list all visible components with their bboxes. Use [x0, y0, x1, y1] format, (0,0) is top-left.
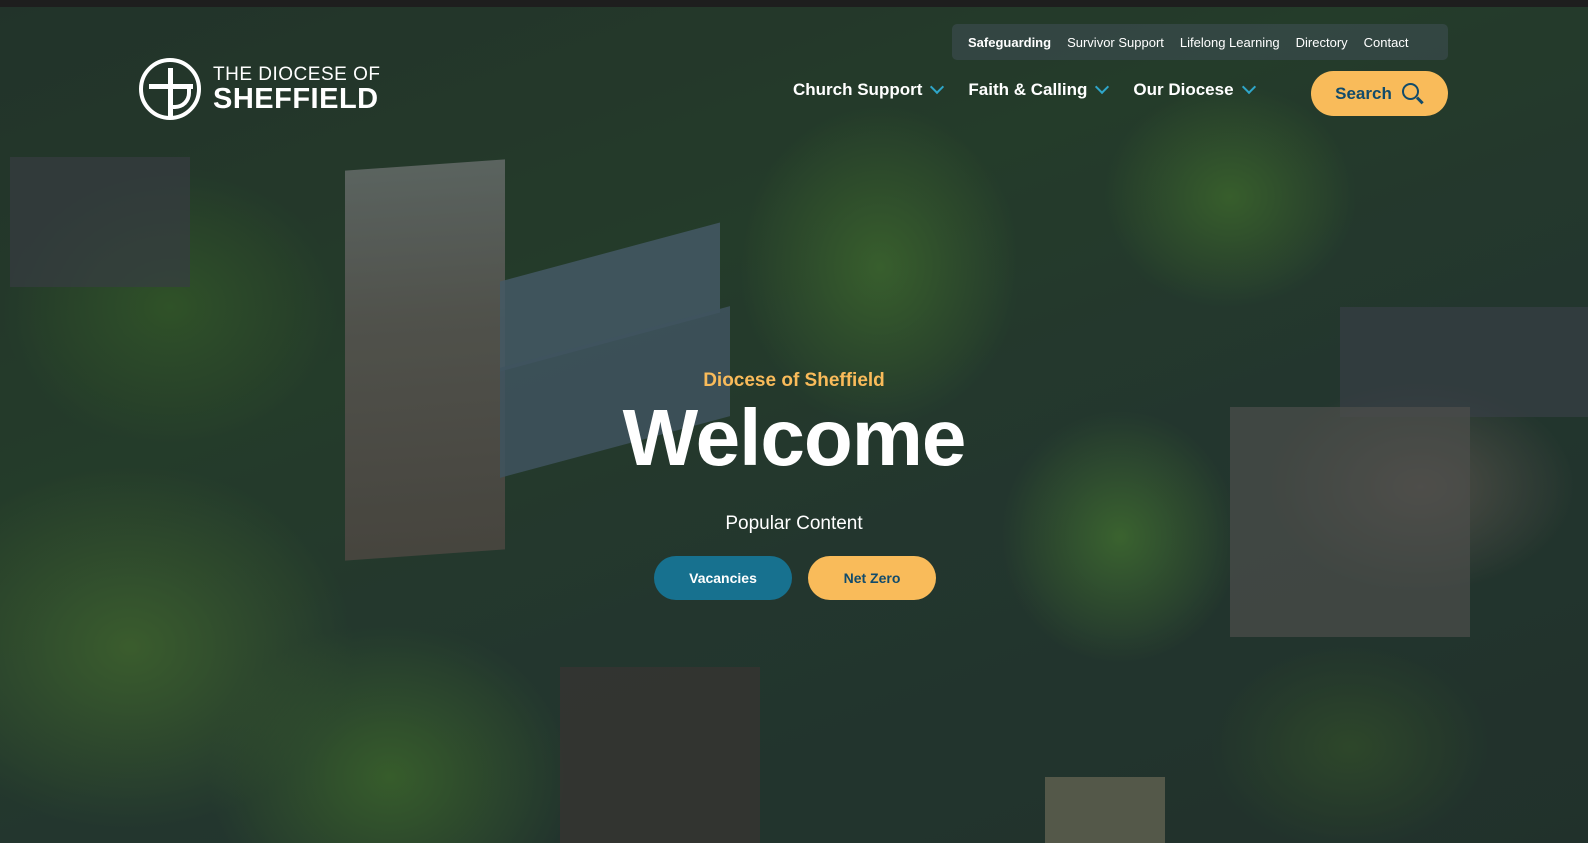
top-strip	[0, 0, 1588, 7]
utility-link-lifelong-learning[interactable]: Lifelong Learning	[1180, 35, 1280, 50]
chevron-down-icon	[930, 79, 945, 95]
search-button[interactable]: Search	[1311, 71, 1448, 116]
net-zero-button[interactable]: Net Zero	[808, 556, 936, 600]
nav-item-label: Church Support	[793, 80, 923, 99]
hero-title: Welcome	[622, 393, 967, 482]
nav-item-label: Our Diocese	[1133, 80, 1234, 99]
nav-item-label: Faith & Calling	[968, 80, 1088, 99]
main-nav: Church Support Faith & Calling Our Dioce…	[793, 79, 1280, 100]
utility-link-directory[interactable]: Directory	[1296, 35, 1348, 50]
popular-content-buttons: Vacancies Net Zero	[654, 556, 936, 600]
chevron-down-icon	[1095, 79, 1110, 95]
logo-line-2: SHEFFIELD	[213, 82, 379, 115]
nav-item-church-support[interactable]: Church Support	[793, 79, 945, 100]
logo-line-1: THE DIOCESE OF	[213, 63, 381, 85]
site-logo[interactable]: THE DIOCESE OF SHEFFIELD	[139, 58, 380, 120]
nav-item-faith-calling[interactable]: Faith & Calling	[968, 79, 1110, 100]
nav-item-our-diocese[interactable]: Our Diocese	[1133, 79, 1256, 100]
search-button-label: Search	[1335, 83, 1392, 103]
logo-text: THE DIOCESE OF SHEFFIELD	[213, 65, 380, 114]
search-icon	[1401, 82, 1424, 105]
vacancies-button[interactable]: Vacancies	[654, 556, 792, 600]
utility-nav: Safeguarding Survivor Support Lifelong L…	[952, 24, 1448, 60]
chevron-down-icon	[1241, 79, 1256, 95]
utility-link-safeguarding[interactable]: Safeguarding	[968, 35, 1051, 50]
cross-in-circle-icon	[139, 58, 201, 120]
hero-eyebrow: Diocese of Sheffield	[703, 370, 885, 391]
popular-content-label: Popular Content	[725, 513, 863, 534]
utility-link-contact[interactable]: Contact	[1364, 35, 1409, 50]
utility-link-survivor-support[interactable]: Survivor Support	[1067, 35, 1164, 50]
